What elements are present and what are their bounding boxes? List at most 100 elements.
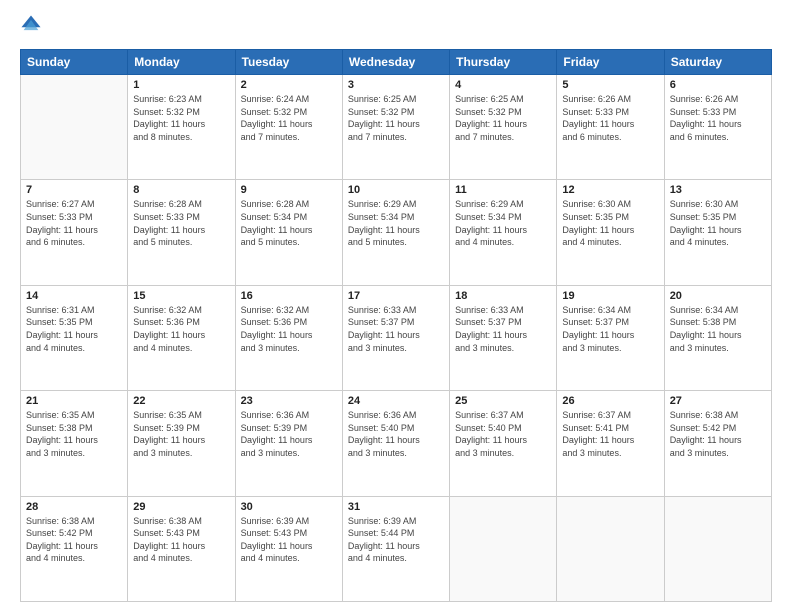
calendar-cell bbox=[450, 496, 557, 601]
calendar-cell: 5 Sunrise: 6:26 AM Sunset: 5:33 PM Daylig… bbox=[557, 75, 664, 180]
day-info: Sunrise: 6:29 AM Sunset: 5:34 PM Dayligh… bbox=[348, 198, 444, 248]
calendar-cell: 21 Sunrise: 6:35 AM Sunset: 5:38 PM Dayli… bbox=[21, 391, 128, 496]
day-info: Sunrise: 6:24 AM Sunset: 5:32 PM Dayligh… bbox=[241, 93, 337, 143]
day-number: 29 bbox=[133, 501, 229, 513]
day-info: Sunrise: 6:28 AM Sunset: 5:34 PM Dayligh… bbox=[241, 198, 337, 248]
day-info: Sunrise: 6:25 AM Sunset: 5:32 PM Dayligh… bbox=[455, 93, 551, 143]
calendar-cell: 2 Sunrise: 6:24 AM Sunset: 5:32 PM Daylig… bbox=[235, 75, 342, 180]
day-number: 25 bbox=[455, 395, 551, 407]
day-info: Sunrise: 6:38 AM Sunset: 5:43 PM Dayligh… bbox=[133, 515, 229, 565]
day-info: Sunrise: 6:34 AM Sunset: 5:37 PM Dayligh… bbox=[562, 304, 658, 354]
day-number: 1 bbox=[133, 79, 229, 91]
day-number: 9 bbox=[241, 184, 337, 196]
day-number: 30 bbox=[241, 501, 337, 513]
calendar-cell: 3 Sunrise: 6:25 AM Sunset: 5:32 PM Daylig… bbox=[342, 75, 449, 180]
calendar-cell bbox=[21, 75, 128, 180]
calendar-cell: 13 Sunrise: 6:30 AM Sunset: 5:35 PM Dayli… bbox=[664, 180, 771, 285]
calendar-cell: 29 Sunrise: 6:38 AM Sunset: 5:43 PM Dayli… bbox=[128, 496, 235, 601]
week-row-3: 14 Sunrise: 6:31 AM Sunset: 5:35 PM Dayli… bbox=[21, 285, 772, 390]
col-header-tuesday: Tuesday bbox=[235, 50, 342, 75]
col-header-wednesday: Wednesday bbox=[342, 50, 449, 75]
day-number: 7 bbox=[26, 184, 122, 196]
calendar-cell: 8 Sunrise: 6:28 AM Sunset: 5:33 PM Daylig… bbox=[128, 180, 235, 285]
calendar-cell: 19 Sunrise: 6:34 AM Sunset: 5:37 PM Dayli… bbox=[557, 285, 664, 390]
day-number: 11 bbox=[455, 184, 551, 196]
logo-icon bbox=[20, 14, 42, 36]
calendar-cell: 9 Sunrise: 6:28 AM Sunset: 5:34 PM Daylig… bbox=[235, 180, 342, 285]
day-info: Sunrise: 6:26 AM Sunset: 5:33 PM Dayligh… bbox=[562, 93, 658, 143]
header bbox=[20, 18, 772, 41]
day-number: 15 bbox=[133, 290, 229, 302]
calendar-cell: 17Sunrise: 6:33 AM Sunset: 5:37 PM Dayli… bbox=[342, 285, 449, 390]
calendar-cell: 31Sunrise: 6:39 AM Sunset: 5:44 PM Dayli… bbox=[342, 496, 449, 601]
week-row-2: 7 Sunrise: 6:27 AM Sunset: 5:33 PM Daylig… bbox=[21, 180, 772, 285]
day-number: 27 bbox=[670, 395, 766, 407]
day-number: 24 bbox=[348, 395, 444, 407]
day-number: 28 bbox=[26, 501, 122, 513]
day-info: Sunrise: 6:27 AM Sunset: 5:33 PM Dayligh… bbox=[26, 198, 122, 248]
calendar-cell: 26 Sunrise: 6:37 AM Sunset: 5:41 PM Dayli… bbox=[557, 391, 664, 496]
day-number: 14 bbox=[26, 290, 122, 302]
calendar-cell: 28 Sunrise: 6:38 AM Sunset: 5:42 PM Dayli… bbox=[21, 496, 128, 601]
day-info: Sunrise: 6:32 AM Sunset: 5:36 PM Dayligh… bbox=[133, 304, 229, 354]
calendar-cell: 27Sunrise: 6:38 AM Sunset: 5:42 PM Dayli… bbox=[664, 391, 771, 496]
day-info: Sunrise: 6:29 AM Sunset: 5:34 PM Dayligh… bbox=[455, 198, 551, 248]
day-info: Sunrise: 6:30 AM Sunset: 5:35 PM Dayligh… bbox=[670, 198, 766, 248]
logo bbox=[20, 18, 44, 41]
calendar-cell: 4 Sunrise: 6:25 AM Sunset: 5:32 PM Daylig… bbox=[450, 75, 557, 180]
day-number: 8 bbox=[133, 184, 229, 196]
calendar-cell: 6 Sunrise: 6:26 AM Sunset: 5:33 PM Daylig… bbox=[664, 75, 771, 180]
day-info: Sunrise: 6:26 AM Sunset: 5:33 PM Dayligh… bbox=[670, 93, 766, 143]
day-number: 5 bbox=[562, 79, 658, 91]
day-info: Sunrise: 6:28 AM Sunset: 5:33 PM Dayligh… bbox=[133, 198, 229, 248]
day-info: Sunrise: 6:34 AM Sunset: 5:38 PM Dayligh… bbox=[670, 304, 766, 354]
day-info: Sunrise: 6:36 AM Sunset: 5:40 PM Dayligh… bbox=[348, 409, 444, 459]
day-info: Sunrise: 6:33 AM Sunset: 5:37 PM Dayligh… bbox=[455, 304, 551, 354]
calendar-cell bbox=[557, 496, 664, 601]
calendar-cell: 12Sunrise: 6:30 AM Sunset: 5:35 PM Dayli… bbox=[557, 180, 664, 285]
day-info: Sunrise: 6:23 AM Sunset: 5:32 PM Dayligh… bbox=[133, 93, 229, 143]
day-number: 19 bbox=[562, 290, 658, 302]
day-info: Sunrise: 6:37 AM Sunset: 5:41 PM Dayligh… bbox=[562, 409, 658, 459]
calendar-cell: 23Sunrise: 6:36 AM Sunset: 5:39 PM Dayli… bbox=[235, 391, 342, 496]
day-number: 4 bbox=[455, 79, 551, 91]
col-header-saturday: Saturday bbox=[664, 50, 771, 75]
day-number: 23 bbox=[241, 395, 337, 407]
day-number: 16 bbox=[241, 290, 337, 302]
calendar-cell: 7 Sunrise: 6:27 AM Sunset: 5:33 PM Daylig… bbox=[21, 180, 128, 285]
calendar-cell: 30 Sunrise: 6:39 AM Sunset: 5:43 PM Dayli… bbox=[235, 496, 342, 601]
day-info: Sunrise: 6:32 AM Sunset: 5:36 PM Dayligh… bbox=[241, 304, 337, 354]
calendar-cell: 16 Sunrise: 6:32 AM Sunset: 5:36 PM Dayli… bbox=[235, 285, 342, 390]
day-info: Sunrise: 6:25 AM Sunset: 5:32 PM Dayligh… bbox=[348, 93, 444, 143]
page: SundayMondayTuesdayWednesdayThursdayFrid… bbox=[0, 0, 792, 612]
day-number: 20 bbox=[670, 290, 766, 302]
day-number: 26 bbox=[562, 395, 658, 407]
calendar-cell: 24 Sunrise: 6:36 AM Sunset: 5:40 PM Dayli… bbox=[342, 391, 449, 496]
calendar-cell: 18Sunrise: 6:33 AM Sunset: 5:37 PM Dayli… bbox=[450, 285, 557, 390]
day-info: Sunrise: 6:39 AM Sunset: 5:44 PM Dayligh… bbox=[348, 515, 444, 565]
calendar-header-row: SundayMondayTuesdayWednesdayThursdayFrid… bbox=[21, 50, 772, 75]
day-info: Sunrise: 6:31 AM Sunset: 5:35 PM Dayligh… bbox=[26, 304, 122, 354]
day-info: Sunrise: 6:33 AM Sunset: 5:37 PM Dayligh… bbox=[348, 304, 444, 354]
day-number: 10 bbox=[348, 184, 444, 196]
day-info: Sunrise: 6:30 AM Sunset: 5:35 PM Dayligh… bbox=[562, 198, 658, 248]
day-info: Sunrise: 6:35 AM Sunset: 5:38 PM Dayligh… bbox=[26, 409, 122, 459]
day-info: Sunrise: 6:38 AM Sunset: 5:42 PM Dayligh… bbox=[26, 515, 122, 565]
calendar-cell: 22 Sunrise: 6:35 AM Sunset: 5:39 PM Dayli… bbox=[128, 391, 235, 496]
day-number: 13 bbox=[670, 184, 766, 196]
col-header-friday: Friday bbox=[557, 50, 664, 75]
day-number: 3 bbox=[348, 79, 444, 91]
day-number: 6 bbox=[670, 79, 766, 91]
week-row-4: 21 Sunrise: 6:35 AM Sunset: 5:38 PM Dayli… bbox=[21, 391, 772, 496]
day-number: 2 bbox=[241, 79, 337, 91]
day-info: Sunrise: 6:35 AM Sunset: 5:39 PM Dayligh… bbox=[133, 409, 229, 459]
col-header-monday: Monday bbox=[128, 50, 235, 75]
calendar-cell: 25 Sunrise: 6:37 AM Sunset: 5:40 PM Dayli… bbox=[450, 391, 557, 496]
week-row-1: 1 Sunrise: 6:23 AM Sunset: 5:32 PM Daylig… bbox=[21, 75, 772, 180]
day-number: 22 bbox=[133, 395, 229, 407]
day-info: Sunrise: 6:39 AM Sunset: 5:43 PM Dayligh… bbox=[241, 515, 337, 565]
week-row-5: 28 Sunrise: 6:38 AM Sunset: 5:42 PM Dayli… bbox=[21, 496, 772, 601]
day-number: 21 bbox=[26, 395, 122, 407]
day-info: Sunrise: 6:37 AM Sunset: 5:40 PM Dayligh… bbox=[455, 409, 551, 459]
col-header-sunday: Sunday bbox=[21, 50, 128, 75]
